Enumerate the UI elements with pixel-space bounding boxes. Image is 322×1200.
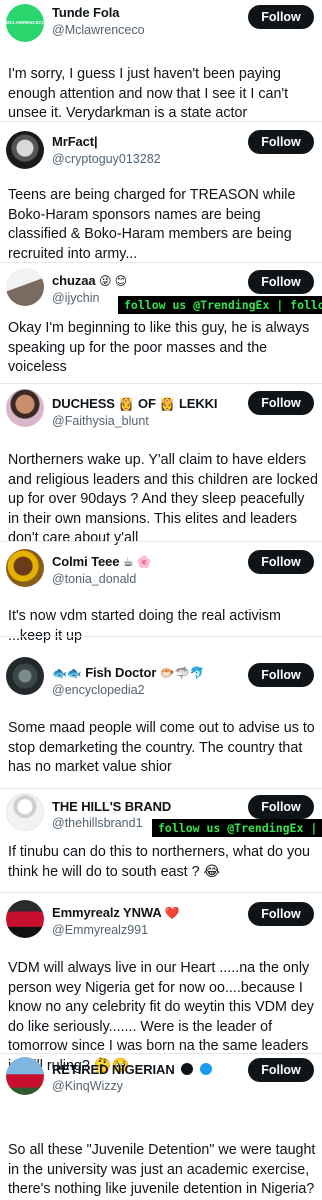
author-handle[interactable]: @Mclawrenceco	[52, 23, 145, 37]
avatar[interactable]	[6, 1057, 44, 1095]
author-handle[interactable]: @encyclopedia2	[52, 683, 145, 697]
post-text: Northerners wake up. Y'all claim to have…	[8, 452, 318, 546]
avatar[interactable]	[6, 268, 44, 306]
author-name[interactable]: chuzaa 😜 😊	[52, 273, 127, 288]
author-name[interactable]: Emmyrealz YNWA ❤️	[52, 905, 180, 920]
author-handle[interactable]: @tonia_donald	[52, 572, 136, 586]
follow-button[interactable]: Follow	[248, 663, 314, 687]
avatar[interactable]	[6, 389, 44, 427]
author-handle[interactable]: @ijychin	[52, 291, 99, 305]
avatar[interactable]	[6, 793, 44, 831]
post-text: If tinubu can do this to northerners, wh…	[8, 844, 311, 880]
post-text: I'm sorry, I guess I just haven't been p…	[8, 66, 289, 121]
post-7: THE HILL'S BRAND @thehillsbrand1 Follow …	[0, 789, 322, 893]
author-handle[interactable]: @cryptoguy013282	[52, 152, 161, 166]
follow-button[interactable]: Follow	[248, 902, 314, 926]
post-text: Okay I'm beginning to like this guy, he …	[8, 320, 310, 375]
avatar-logo-text: MCLAWRENCECO	[6, 20, 44, 25]
follow-button[interactable]: Follow	[248, 550, 314, 574]
name-emoji: 😜 😊	[99, 274, 128, 288]
avatar[interactable]	[6, 131, 44, 169]
follow-button[interactable]: Follow	[248, 5, 314, 29]
author-handle[interactable]: @KinqWizzy	[52, 1079, 123, 1093]
author-name-text: Emmyrealz YNWA	[52, 905, 162, 920]
author-name[interactable]: Colmi Teee ☕ 🌸	[52, 554, 152, 569]
author-name-text: RETIRED NIGERIAN	[52, 1062, 175, 1077]
name-emoji: ☕ 🌸	[122, 555, 152, 569]
avatar[interactable]	[6, 657, 44, 695]
post-text: Teens are being charged for TREASON whil…	[8, 187, 296, 262]
author-name[interactable]: MrFact|	[52, 134, 98, 149]
post-1: MCLAWRENCECO Tunde Fola @Mclawrenceco Fo…	[0, 0, 322, 128]
author-name-text: Fish Doctor	[85, 665, 157, 680]
author-name-text: Colmi Teee	[52, 554, 120, 569]
author-handle[interactable]: @thehillsbrand1	[52, 816, 143, 830]
post-6: 🐟🐟 Fish Doctor 🐡🦈🐬 @encyclopedia2 Follow…	[0, 637, 322, 789]
avatar[interactable]: MCLAWRENCECO	[6, 4, 44, 42]
post-text: Some maad people will come out to advise…	[8, 720, 315, 775]
name-emoji: 🐡🦈🐬	[159, 666, 205, 680]
post-4: DUCHESS 👸 OF 👸 LEKKI @Faithysia_blunt Fo…	[0, 384, 322, 546]
follow-button[interactable]: Follow	[248, 130, 314, 154]
author-name[interactable]: DUCHESS 👸 OF 👸 LEKKI	[52, 396, 218, 412]
author-handle[interactable]: @Faithysia_blunt	[52, 414, 149, 428]
follow-button[interactable]: Follow	[248, 795, 314, 819]
follow-button[interactable]: Follow	[248, 270, 314, 294]
post-5: Colmi Teee ☕ 🌸 @tonia_donald Follow It's…	[0, 542, 322, 644]
name-prefix-emoji: 🐟🐟	[52, 666, 82, 680]
verified-blue-icon	[199, 1063, 212, 1075]
name-emoji: ❤️	[164, 906, 180, 920]
author-name[interactable]: RETIRED NIGERIAN	[52, 1062, 212, 1077]
author-name[interactable]: Tunde Fola	[52, 5, 119, 20]
post-3: chuzaa 😜 😊 @ijychin Follow follow us @Tr…	[0, 262, 322, 384]
follow-button[interactable]: Follow	[248, 1058, 314, 1082]
avatar[interactable]	[6, 900, 44, 938]
post-9: RETIRED NIGERIAN @KinqWizzy Follow So al…	[0, 1054, 322, 1200]
post-text: So all these "Juvenile Detention" we wer…	[8, 1142, 316, 1197]
watermark-banner: follow us @TrendingEx | follow us @Trend…	[152, 819, 322, 837]
author-handle[interactable]: @Emmyrealz991	[52, 923, 148, 937]
author-name[interactable]: THE HILL'S BRAND	[52, 799, 171, 814]
post-2: MrFact| @cryptoguy013282 Follow Teens ar…	[0, 122, 322, 262]
author-name[interactable]: 🐟🐟 Fish Doctor 🐡🦈🐬	[52, 665, 204, 680]
avatar[interactable]	[6, 549, 44, 587]
author-name-text: chuzaa	[52, 273, 96, 288]
verified-gold-icon	[181, 1063, 194, 1075]
follow-button[interactable]: Follow	[248, 391, 314, 415]
post-8: Emmyrealz YNWA ❤️ @Emmyrealz991 Follow V…	[0, 893, 322, 1074]
watermark-banner: follow us @TrendingEx | follow us @Trend…	[118, 296, 322, 314]
